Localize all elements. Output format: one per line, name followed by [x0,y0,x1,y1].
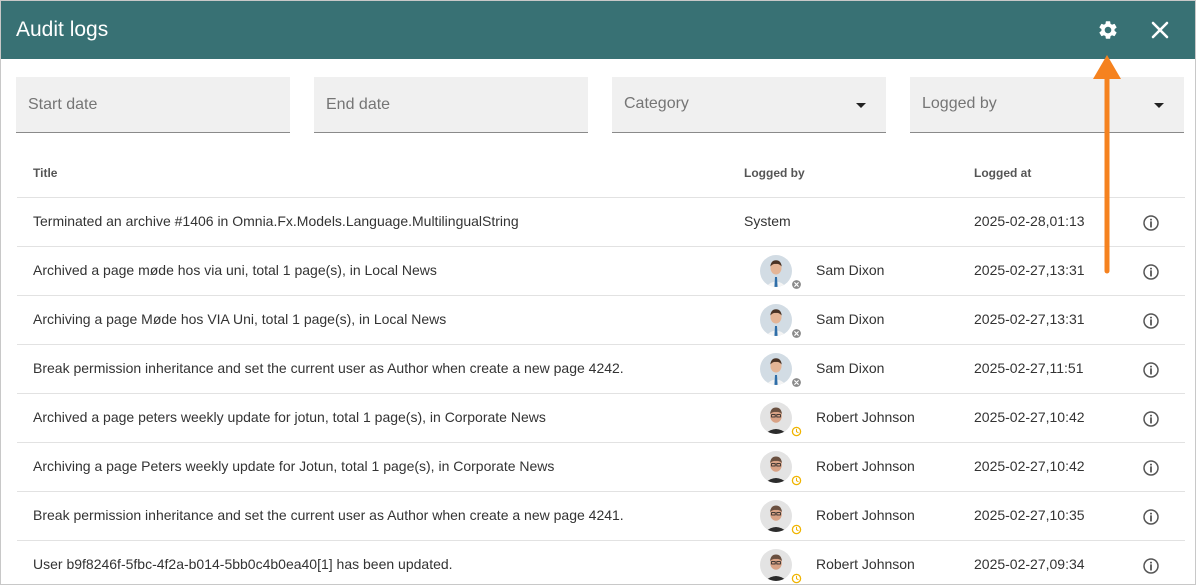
user-avatar [760,353,792,385]
user-avatar [760,451,792,483]
details-button[interactable] [1142,508,1160,526]
log-title: User b9f8246f-5fbc-4f2a-b014-5bb0c4b0ea4… [33,556,453,572]
dialog-title: Audit logs [16,18,109,41]
logged-by-select[interactable]: Logged by [910,77,1184,133]
user-name: Robert Johnson [816,556,915,572]
settings-button[interactable] [1092,14,1124,46]
away-status-icon [791,524,802,535]
user-name: Robert Johnson [816,409,915,425]
start-date-field[interactable] [16,77,290,133]
end-date-input[interactable] [314,77,588,132]
logged-at: 2025-02-27,10:42 [974,409,1085,425]
log-title: Archiving a page Møde hos VIA Uni, total… [33,311,447,327]
logged-by-user[interactable]: Sam Dixon [760,353,960,388]
logged-by-user[interactable]: Robert Johnson [760,500,960,535]
log-title: Terminated an archive #1406 in Omnia.Fx.… [33,213,519,229]
info-icon [1143,362,1159,378]
start-date-input[interactable] [16,77,290,132]
logged-at: 2025-02-27,13:31 [974,311,1085,327]
details-button[interactable] [1142,361,1160,379]
logged-by-user[interactable]: Robert Johnson [760,451,960,486]
info-icon [1143,264,1159,280]
table-row[interactable]: Terminated an archive #1406 in Omnia.Fx.… [17,198,1185,247]
chevron-down-icon [856,103,866,108]
table-row[interactable]: Archiving a page Møde hos VIA Uni, total… [17,296,1185,345]
filter-bar: Category Logged by [16,77,1184,134]
logged-at: 2025-02-27,10:35 [974,507,1085,523]
details-button[interactable] [1142,263,1160,281]
info-icon [1143,313,1159,329]
logged-by-select-label: Logged by [922,95,997,112]
user-avatar [760,255,792,287]
logged-at: 2025-02-27,09:34 [974,556,1085,572]
table-row[interactable]: Archived a page peters weekly update for… [17,394,1185,443]
logged-at: 2025-02-27,13:31 [974,262,1085,278]
offline-status-icon [791,279,802,290]
logged-by-user[interactable]: Sam Dixon [760,255,960,290]
offline-status-icon [791,377,802,388]
column-header-logged-by[interactable]: Logged by [744,166,805,180]
table-row[interactable]: Break permission inheritance and set the… [17,492,1185,541]
logged-at: 2025-02-27,11:51 [974,360,1084,376]
logged-by-user[interactable]: Robert Johnson [760,402,960,437]
column-header-logged-at[interactable]: Logged at [974,166,1031,180]
close-icon [1151,21,1169,39]
user-avatar [760,500,792,532]
table-row[interactable]: Break permission inheritance and set the… [17,345,1185,394]
category-select[interactable]: Category [612,77,886,133]
away-status-icon [791,426,802,437]
away-status-icon [791,573,802,584]
offline-status-icon [791,328,802,339]
user-avatar [760,402,792,434]
audit-log-table: Title Logged by Logged at Terminated an … [17,149,1185,584]
log-title: Archived a page møde hos via uni, total … [33,262,437,278]
column-header-title[interactable]: Title [33,166,57,180]
user-name: Sam Dixon [816,360,885,376]
info-icon [1143,558,1159,574]
dialog-header: Audit logs [1,1,1195,59]
details-button[interactable] [1142,459,1160,477]
logged-by-user[interactable]: Robert Johnson [760,549,960,584]
logged-at: 2025-02-28,01:13 [974,213,1085,229]
info-icon [1143,215,1159,231]
log-title: Archived a page peters weekly update for… [33,409,546,425]
table-row[interactable]: User b9f8246f-5fbc-4f2a-b014-5bb0c4b0ea4… [17,541,1185,584]
table-header: Title Logged by Logged at [17,149,1185,198]
user-avatar [760,304,792,336]
table-body: Terminated an archive #1406 in Omnia.Fx.… [17,198,1185,584]
logged-by-system: System [744,213,791,229]
details-button[interactable] [1142,312,1160,330]
info-icon [1143,411,1159,427]
log-title: Break permission inheritance and set the… [33,507,624,523]
end-date-field[interactable] [314,77,588,133]
audit-logs-dialog: Audit logs Category Logged by [0,0,1196,585]
user-avatar [760,549,792,581]
chevron-down-icon [1154,103,1164,108]
user-name: Robert Johnson [816,507,915,523]
info-icon [1143,460,1159,476]
logged-by-user[interactable]: Sam Dixon [760,304,960,339]
user-name: Sam Dixon [816,262,885,278]
user-name: Robert Johnson [816,458,915,474]
details-button[interactable] [1142,557,1160,575]
category-select-label: Category [624,95,689,112]
table-row[interactable]: Archived a page møde hos via uni, total … [17,247,1185,296]
user-name: Sam Dixon [816,311,885,327]
away-status-icon [791,475,802,486]
info-icon [1143,509,1159,525]
gear-icon [1099,21,1117,39]
log-title: Break permission inheritance and set the… [33,360,624,376]
details-button[interactable] [1142,410,1160,428]
close-button[interactable] [1144,14,1176,46]
table-row[interactable]: Archiving a page Peters weekly update fo… [17,443,1185,492]
log-title: Archiving a page Peters weekly update fo… [33,458,555,474]
logged-at: 2025-02-27,10:42 [974,458,1085,474]
details-button[interactable] [1142,214,1160,232]
